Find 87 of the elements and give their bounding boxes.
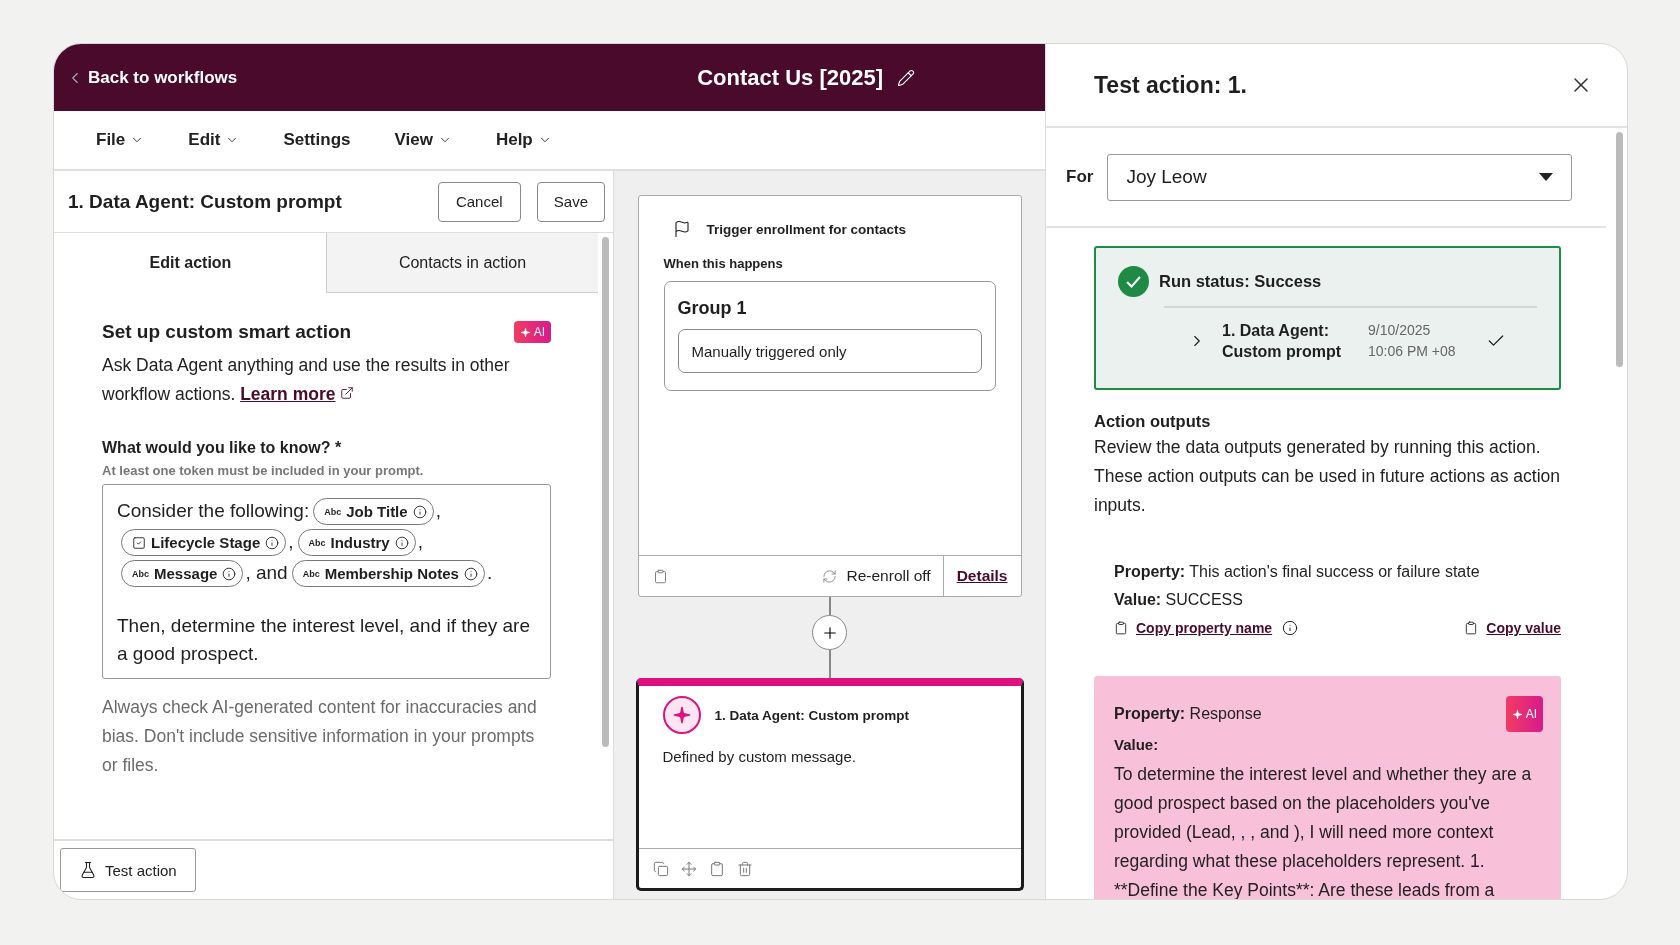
field-label: What would you like to know? * xyxy=(102,439,343,457)
panel-title: 1. Data Agent: Custom prompt xyxy=(68,190,342,213)
flask-icon xyxy=(79,861,97,879)
add-step-button[interactable] xyxy=(812,615,847,650)
type-label: Abc xyxy=(302,568,320,581)
disclaimer-text: Always check AI-generated content for inaccuracies and bias. Don't include sensitive information in your prompts or files. xyxy=(102,696,538,777)
prompt-text: , xyxy=(417,531,423,552)
property-text: Property: This action's final success or failure state xyxy=(1114,562,1480,582)
clipboard-icon xyxy=(1464,621,1479,635)
contact-select[interactable]: Joy Leow xyxy=(1107,153,1572,201)
menu-item[interactable]: Help xyxy=(495,130,552,150)
menu-item[interactable]: View xyxy=(394,130,452,150)
token-label: Lifecycle Stage xyxy=(151,533,261,553)
value-label: Value: xyxy=(1114,735,1160,755)
sparkle-icon xyxy=(662,696,701,734)
panel-title: Test action: 1. xyxy=(1094,71,1247,99)
prompt-text: , xyxy=(435,500,441,521)
type-label: Abc xyxy=(324,506,342,519)
pencil-icon xyxy=(897,68,915,87)
reenroll-text: Re-enroll off xyxy=(846,567,931,585)
scrollbar[interactable] xyxy=(1616,132,1623,367)
token-label: Industry xyxy=(330,533,390,553)
checkbox-icon xyxy=(132,536,146,550)
info-icon xyxy=(412,505,427,519)
trigger-card[interactable]: Trigger enrollment for contacts When this happens Group 1 Manually triggered only Re-enroll off Details xyxy=(637,195,1022,597)
ai-badge: AI xyxy=(1505,696,1543,732)
success-icon xyxy=(1118,266,1149,297)
menu-item[interactable]: Edit xyxy=(188,130,240,150)
cancel-button[interactable]: Cancel xyxy=(437,181,521,222)
step-date: 9/10/2025 10:06 PM +08 xyxy=(1368,321,1456,361)
type-label: Abc xyxy=(132,568,149,581)
clipboard-icon xyxy=(652,568,668,584)
condition-field[interactable]: Manually triggered only xyxy=(677,329,982,373)
caret-icon xyxy=(1539,173,1553,181)
workflow-title: Contact Us [2025] xyxy=(697,64,883,91)
clipboard-icon xyxy=(708,860,725,877)
ai-badge: AI xyxy=(513,321,551,343)
copy-icon xyxy=(652,860,669,877)
flag-icon xyxy=(672,220,691,238)
prompt-text: Then, determine the interest level, and if they are a good prospect. xyxy=(117,615,530,664)
trash-icon xyxy=(736,860,753,877)
external-link-icon xyxy=(340,386,355,400)
section-title: Set up custom smart action xyxy=(102,321,352,343)
step-name: 1. Data Agent: Custom prompt xyxy=(1222,321,1343,362)
menu-item[interactable]: Settings xyxy=(283,130,351,150)
token-label: Job Title xyxy=(346,502,408,522)
move-icon xyxy=(680,860,697,877)
prompt-field[interactable]: Consider the following: Abc Job Title , Lifecycle Stage , Abc Industry , Abc Message , and Abc Membership Notes . Then, determine the interest level, and if they are a good prospect. xyxy=(102,484,551,679)
group-title: Group 1 xyxy=(677,298,748,319)
for-label: For xyxy=(1066,167,1094,187)
description-text: Ask Data Agent anything and use the results in other workflow actions. Learn more xyxy=(102,354,511,406)
token-label: Membership Notes xyxy=(324,564,459,584)
details-link[interactable]: Details xyxy=(942,556,1021,596)
prompt-text: , xyxy=(288,531,294,552)
info-icon xyxy=(394,536,409,550)
tab[interactable]: Contacts in action xyxy=(326,233,598,293)
copy-property-link[interactable]: Copy property name xyxy=(1136,620,1273,636)
response-text: To determine the interest level and whether they are a good prospect based on the placeholders you've provided (Lead, , , and ), I will need more context regarding what these placeholders represent. 1. **Define the Key Points**: Are these leads from a xyxy=(1114,763,1533,899)
outputs-description: Review the data outputs generated by running this action. These action outputs can be used in future actions as action inputs. xyxy=(1094,436,1561,517)
info-icon xyxy=(1282,620,1299,636)
refresh-icon xyxy=(821,568,837,584)
prompt-text: , and xyxy=(245,562,288,583)
section-heading: Action outputs xyxy=(1094,412,1212,431)
scrollbar[interactable] xyxy=(602,237,609,747)
copy-value-link[interactable]: Copy value xyxy=(1486,620,1561,636)
prompt-text: . xyxy=(486,562,493,583)
learn-more-link[interactable]: Learn more xyxy=(240,384,336,404)
value-text: Value: SUCCESS xyxy=(1114,590,1243,610)
card-description: Defined by custom message. xyxy=(662,748,856,765)
clipboard-icon xyxy=(1114,621,1128,635)
card-title: Trigger enrollment for contacts xyxy=(706,221,907,237)
type-label: Abc xyxy=(308,537,326,550)
back-link[interactable]: Back to workflows xyxy=(66,67,238,88)
test-action-button[interactable]: Test action xyxy=(60,848,196,892)
menu-item[interactable]: File xyxy=(96,130,145,150)
token-label: Message xyxy=(154,564,218,584)
info-icon xyxy=(463,567,478,581)
action-card[interactable]: 1. Data Agent: Custom prompt Defined by custom message. xyxy=(635,678,1024,891)
prompt-text: Consider the following: xyxy=(117,500,310,521)
property-text: Property: Response xyxy=(1114,704,1262,724)
card-title: 1. Data Agent: Custom prompt xyxy=(714,707,909,723)
info-icon xyxy=(265,536,280,550)
field-hint: At least one token must be included in your prompt. xyxy=(102,463,425,478)
save-button[interactable]: Save xyxy=(536,181,605,222)
info-icon xyxy=(222,567,237,581)
run-status: Run status: Success xyxy=(1159,272,1322,291)
card-subtitle: When this happens xyxy=(662,255,784,271)
